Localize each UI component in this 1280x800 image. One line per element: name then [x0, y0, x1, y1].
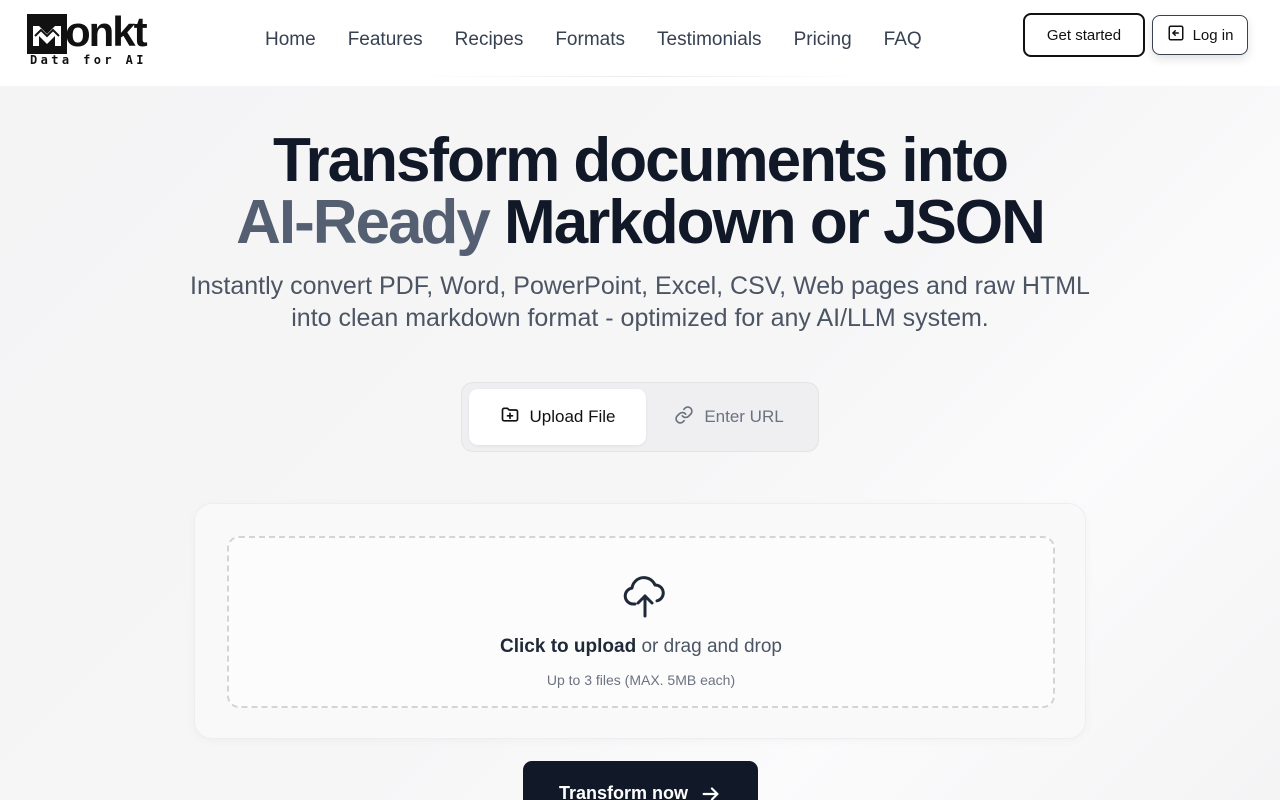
- nav-home[interactable]: Home: [249, 26, 332, 54]
- hero-subtitle: Instantly convert PDF, Word, PowerPoint,…: [140, 270, 1140, 334]
- input-mode-tabs: Upload File Enter URL: [461, 382, 819, 452]
- file-dropzone[interactable]: Click to upload or drag and drop Up to 3…: [227, 536, 1055, 708]
- login-label: Log in: [1192, 26, 1234, 44]
- brand-logo[interactable]: onkt Data for AI: [27, 8, 159, 68]
- folder-plus-icon: [500, 405, 520, 430]
- hero-subtitle-line1: Instantly convert PDF, Word, PowerPoint,…: [190, 272, 1090, 300]
- nav-features[interactable]: Features: [332, 26, 439, 54]
- upload-limit-hint: Up to 3 files (MAX. 5MB each): [546, 672, 736, 688]
- login-icon: [1167, 24, 1185, 46]
- get-started-button[interactable]: Get started: [1023, 13, 1145, 57]
- nav-pricing[interactable]: Pricing: [778, 26, 868, 54]
- link-icon: [674, 405, 694, 430]
- transform-now-label: Transform now: [558, 783, 688, 800]
- click-to-upload-text[interactable]: Click to upload: [500, 636, 636, 657]
- transform-now-button[interactable]: Transform now: [523, 761, 758, 800]
- tab-upload-file[interactable]: Upload File: [469, 389, 646, 445]
- tab-enter-url-label: Enter URL: [704, 407, 784, 426]
- nav-recipes[interactable]: Recipes: [439, 26, 540, 54]
- hero-title-line1: Transform documents into: [273, 126, 1009, 195]
- nav-formats[interactable]: Formats: [539, 26, 641, 54]
- logo-m-mark-icon: [27, 14, 67, 54]
- nav-faq[interactable]: FAQ: [868, 26, 938, 54]
- hero-title-line2: AI-Ready Markdown or JSON: [0, 192, 1280, 254]
- nav-divider: [410, 76, 870, 77]
- site-header: onkt Data for AI Home Features Recipes F…: [0, 0, 1280, 86]
- arrow-right-icon: [700, 783, 722, 800]
- main-nav: Home Features Recipes Formats Testimonia…: [249, 26, 938, 54]
- logo-tagline: Data for AI: [30, 53, 147, 67]
- cloud-upload-icon: [623, 572, 667, 623]
- nav-testimonials[interactable]: Testimonials: [641, 26, 778, 54]
- login-button[interactable]: Log in: [1152, 15, 1248, 55]
- tab-enter-url[interactable]: Enter URL: [646, 389, 812, 445]
- hero-title: Transform documents into AI-Ready Markdo…: [0, 130, 1280, 254]
- hero-title-accent: AI-Ready: [236, 188, 491, 257]
- logo-wordmark: onkt: [65, 8, 148, 55]
- drag-drop-text: or drag and drop: [641, 636, 782, 657]
- upload-card: Click to upload or drag and drop Up to 3…: [194, 503, 1086, 739]
- hero-subtitle-line2: into clean markdown format - optimized f…: [291, 304, 989, 332]
- upload-instructions: Click to upload or drag and drop: [229, 636, 1053, 658]
- tab-upload-file-label: Upload File: [529, 407, 616, 426]
- hero-title-line2-rest: Markdown or JSON: [504, 188, 1046, 257]
